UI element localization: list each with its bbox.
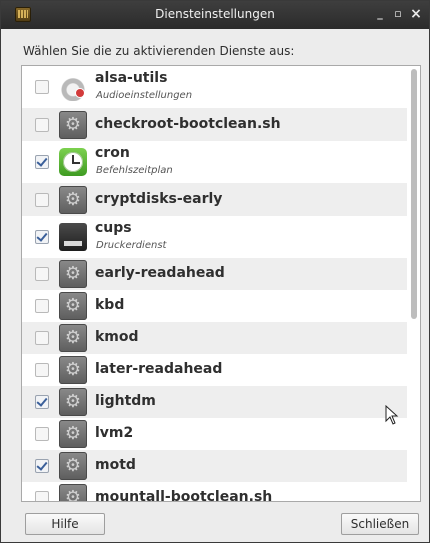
service-name: lvm2 [95,425,134,441]
service-row[interactable]: alsa-utils Audioeinstellungen [22,66,407,108]
service-row[interactable]: kmod [22,322,407,354]
service-name: later-readahead [95,361,223,377]
service-checkbox[interactable] [35,155,49,169]
gear-icon [59,111,87,139]
service-checkbox[interactable] [35,459,49,473]
service-checkbox[interactable] [35,299,49,313]
gear-icon [59,420,87,448]
service-checkbox[interactable] [35,395,49,409]
clock-icon [59,148,87,176]
service-name: kbd [95,297,125,313]
service-name: cups [95,220,132,236]
service-name: alsa-utils [95,70,168,86]
minimize-button[interactable]: _ [373,7,387,21]
services-settings-window: Diensteinstellungen _ ▫ × Wählen Sie die… [0,0,430,543]
service-name: motd [95,457,136,473]
gear-icon [59,452,87,480]
service-row[interactable]: cryptdisks-early [22,183,407,216]
service-name: checkroot-bootclean.sh [95,116,281,132]
service-row[interactable]: cron Befehlszeitplan [22,141,407,183]
gear-icon [59,324,87,352]
service-description: Druckerdienst [96,240,167,251]
vertical-scrollbar[interactable] [409,66,419,501]
services-list[interactable]: mountall-bootclean.sh motd lvm2 lightdm late… [21,65,421,502]
gear-icon [59,186,87,214]
title-bar[interactable]: Diensteinstellungen _ ▫ × [1,1,429,29]
service-description: Audioeinstellungen [96,90,193,101]
printer-icon [59,223,87,251]
service-checkbox[interactable] [35,491,49,501]
service-checkbox[interactable] [35,363,49,377]
service-row[interactable]: lightdm [22,386,407,418]
close-window-button[interactable]: × [409,7,423,21]
service-row[interactable]: mountall-bootclean.sh [22,482,407,502]
service-name: cryptdisks-early [95,191,223,207]
mouse-pointer-icon [385,405,399,425]
gear-icon [59,292,87,320]
gear-icon [59,356,87,384]
service-checkbox[interactable] [35,80,49,94]
instruction-label: Wählen Sie die zu aktivierenden Dienste … [23,44,295,58]
service-name: kmod [95,329,139,345]
service-name: lightdm [95,393,156,409]
service-description: Befehlszeitplan [96,165,173,176]
service-checkbox[interactable] [35,427,49,441]
service-row[interactable]: motd [22,450,407,482]
service-row[interactable]: checkroot-bootclean.sh [22,108,407,141]
help-button[interactable]: Hilfe [25,513,105,535]
audio-icon [59,73,87,101]
service-row[interactable]: cups Druckerdienst [22,216,407,258]
close-button[interactable]: Schließen [341,513,419,535]
service-checkbox[interactable] [35,331,49,345]
window-title: Diensteinstellungen [155,7,275,21]
scrollbar-thumb[interactable] [411,69,417,319]
service-checkbox[interactable] [35,230,49,244]
service-name: mountall-bootclean.sh [95,489,273,502]
service-row[interactable]: later-readahead [22,354,407,386]
gear-icon [59,388,87,416]
service-checkbox[interactable] [35,118,49,132]
service-row[interactable]: early-readahead [22,258,407,290]
service-row[interactable]: kbd [22,290,407,322]
service-row[interactable]: lvm2 [22,418,407,450]
service-name: cron [95,145,130,161]
service-checkbox[interactable] [35,193,49,207]
service-name: early-readahead [95,265,225,281]
service-checkbox[interactable] [35,267,49,281]
gear-icon [59,484,87,501]
maximize-button[interactable]: ▫ [391,7,405,21]
gear-icon [59,260,87,288]
